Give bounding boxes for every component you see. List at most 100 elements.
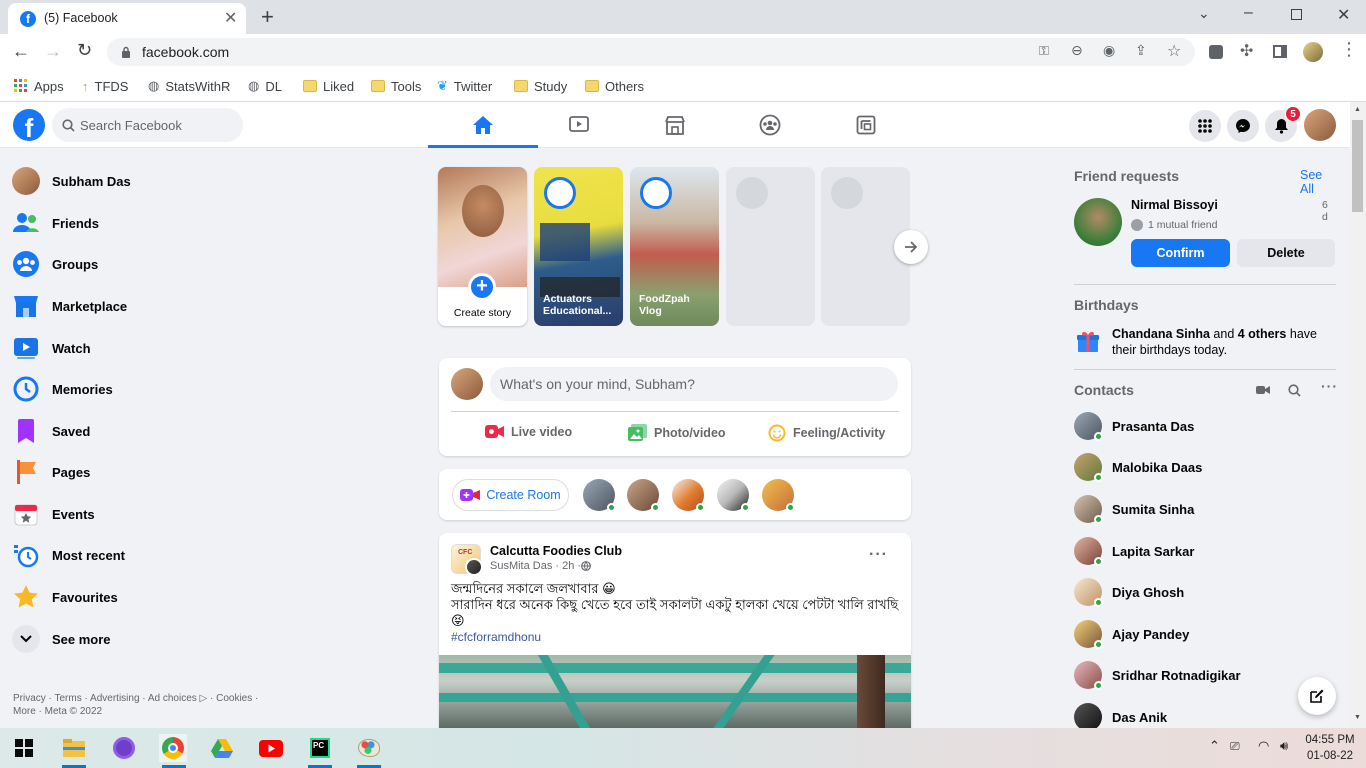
- reload-icon[interactable]: ↻: [77, 40, 92, 61]
- bookmark-dl[interactable]: ◍ DL: [248, 76, 282, 96]
- taskbar-drive[interactable]: [208, 734, 236, 762]
- confirm-button[interactable]: Confirm: [1131, 239, 1230, 267]
- sidebar-item-pages[interactable]: Pages: [12, 452, 90, 492]
- sidebar-item-marketplace[interactable]: Marketplace: [12, 286, 127, 326]
- restore-icon[interactable]: [1291, 9, 1302, 20]
- nav-home[interactable]: [428, 102, 538, 148]
- bookmark-study[interactable]: Study: [514, 76, 567, 96]
- browser-menu-icon[interactable]: ⋮: [1340, 39, 1358, 60]
- address-bar[interactable]: facebook.com ⚿ ⊖ ◉ ⇪ ☆: [107, 38, 1195, 66]
- share-icon[interactable]: ⇪: [1135, 42, 1147, 59]
- delete-button[interactable]: Delete: [1237, 239, 1335, 267]
- extension-icon[interactable]: [1209, 45, 1223, 59]
- scroll-up-arrow-icon[interactable]: ▲: [1354, 106, 1361, 113]
- room-contact-avatar[interactable]: [627, 479, 660, 512]
- scrollbar-thumb[interactable]: [1352, 120, 1363, 212]
- taskbar-paint[interactable]: [355, 734, 383, 762]
- contact-row[interactable]: Sridhar Rotnadigikar: [1074, 655, 1241, 695]
- search-box[interactable]: Search Facebook: [52, 108, 243, 142]
- facebook-logo-icon[interactable]: f: [13, 109, 45, 141]
- window-close-icon[interactable]: ✕: [1337, 5, 1350, 25]
- birthday-text[interactable]: Chandana Sinha and 4 others have their b…: [1112, 326, 1334, 358]
- start-button[interactable]: [10, 734, 38, 762]
- tray-network-off-icon[interactable]: ⎚: [1230, 739, 1240, 754]
- taskbar-pycharm[interactable]: PC: [306, 734, 334, 762]
- post-photo[interactable]: [439, 655, 911, 728]
- sidebar-item-favourites[interactable]: Favourites: [12, 577, 118, 617]
- live-video-button[interactable]: Live video: [485, 424, 572, 439]
- story-card-1[interactable]: Actuators Educational...: [534, 167, 623, 326]
- sidebar-item-watch[interactable]: Watch: [12, 328, 91, 368]
- back-icon[interactable]: ←: [12, 41, 30, 62]
- nav-watch[interactable]: [524, 102, 634, 148]
- browser-profile-avatar[interactable]: [1303, 42, 1323, 62]
- taskbar-github[interactable]: [110, 734, 138, 762]
- photo-video-button[interactable]: Photo/video: [628, 424, 726, 441]
- bookmark-apps[interactable]: Apps: [14, 76, 64, 96]
- request-name[interactable]: Nirmal Bissoyi: [1131, 198, 1218, 212]
- contact-row[interactable]: Prasanta Das: [1074, 406, 1194, 446]
- plus-icon[interactable]: +: [468, 273, 496, 301]
- contact-row[interactable]: Diya Ghosh: [1074, 572, 1184, 612]
- tray-chevron-up-icon[interactable]: ⌃: [1209, 738, 1220, 754]
- forward-icon[interactable]: →: [44, 41, 62, 62]
- room-contact-avatar[interactable]: [672, 479, 705, 512]
- account-avatar[interactable]: [1304, 109, 1336, 141]
- sidebar-item-groups[interactable]: Groups: [12, 244, 98, 284]
- room-contact-avatar[interactable]: [717, 479, 750, 512]
- taskbar-chrome[interactable]: [159, 734, 187, 762]
- create-story-card[interactable]: + Create story: [438, 167, 527, 326]
- sidebar-item-see-more[interactable]: See more: [12, 619, 111, 659]
- bookmark-tools[interactable]: Tools: [371, 76, 421, 96]
- contacts-search-icon[interactable]: [1288, 384, 1301, 397]
- clock[interactable]: 04:55 PM 01-08-22: [1300, 732, 1360, 764]
- post-options-icon[interactable]: ···: [869, 546, 888, 564]
- page-scrollbar[interactable]: ▲ ▼: [1350, 102, 1366, 728]
- nav-groups[interactable]: [715, 102, 825, 148]
- sidebar-item-saved[interactable]: Saved: [12, 411, 90, 451]
- nav-gaming[interactable]: [811, 102, 921, 148]
- new-room-video-icon[interactable]: [1256, 385, 1270, 395]
- contact-row[interactable]: Ajay Pandey: [1074, 614, 1189, 654]
- bookmark-liked[interactable]: Liked: [303, 76, 354, 96]
- sidebar-item-memories[interactable]: Memories: [12, 369, 113, 409]
- author-avatar[interactable]: [465, 558, 483, 576]
- mutual-friends[interactable]: 1 mutual friend: [1131, 219, 1217, 231]
- tab-close-icon[interactable]: ✕: [224, 8, 237, 28]
- contact-row[interactable]: Lapita Sarkar: [1074, 531, 1194, 571]
- composer-avatar[interactable]: [451, 368, 483, 400]
- bookmark-tfds[interactable]: ↑ TFDS: [82, 76, 128, 96]
- sidebar-item-most-recent[interactable]: Most recent: [12, 535, 125, 575]
- story-card-2[interactable]: FoodZpah Vlog: [630, 167, 719, 326]
- stories-next-button[interactable]: [894, 230, 928, 264]
- wifi-icon[interactable]: ◠: [1258, 738, 1269, 754]
- notifications-button[interactable]: 5: [1265, 106, 1301, 142]
- footer-links[interactable]: Privacy · Terms · Advertising · Ad choic…: [13, 692, 273, 718]
- bookmark-statswithr[interactable]: ◍ StatsWithR: [148, 76, 230, 96]
- sidebar-item-friends[interactable]: Friends: [12, 203, 99, 243]
- contacts-options-icon[interactable]: ···: [1321, 378, 1338, 394]
- puzzle-icon[interactable]: ✣: [1240, 41, 1253, 61]
- new-message-button[interactable]: [1298, 677, 1336, 715]
- post-author-time[interactable]: SusMita Das · 2h ·: [490, 560, 581, 572]
- scroll-down-arrow-icon[interactable]: ▼: [1354, 714, 1361, 721]
- post-hashtag[interactable]: #cfcforramdhonu: [451, 629, 907, 645]
- bookmark-twitter[interactable]: ❦ Twitter: [437, 76, 492, 96]
- contact-row[interactable]: Sumita Sinha: [1074, 489, 1194, 529]
- side-panel-icon[interactable]: [1273, 45, 1287, 58]
- composer-input[interactable]: What's on your mind, Subham?: [490, 367, 898, 401]
- minimize-icon[interactable]: –: [1244, 4, 1253, 22]
- tracking-eye-icon[interactable]: ◉: [1103, 42, 1115, 59]
- zoom-icon[interactable]: ⊖: [1071, 42, 1083, 59]
- room-contact-avatar[interactable]: [762, 479, 795, 512]
- new-tab-icon[interactable]: +: [261, 4, 274, 30]
- create-room-button[interactable]: Create Room: [452, 479, 569, 511]
- room-contact-avatar[interactable]: [583, 479, 616, 512]
- browser-tab[interactable]: f (5) Facebook ✕: [8, 3, 246, 34]
- menu-button[interactable]: [1189, 110, 1221, 142]
- volume-icon[interactable]: 🔊︎: [1280, 738, 1288, 754]
- sidebar-item-profile[interactable]: Subham Das: [12, 161, 131, 201]
- sidebar-item-events[interactable]: Events: [12, 494, 95, 534]
- key-icon[interactable]: ⚿: [1039, 43, 1049, 59]
- request-avatar[interactable]: [1074, 198, 1122, 246]
